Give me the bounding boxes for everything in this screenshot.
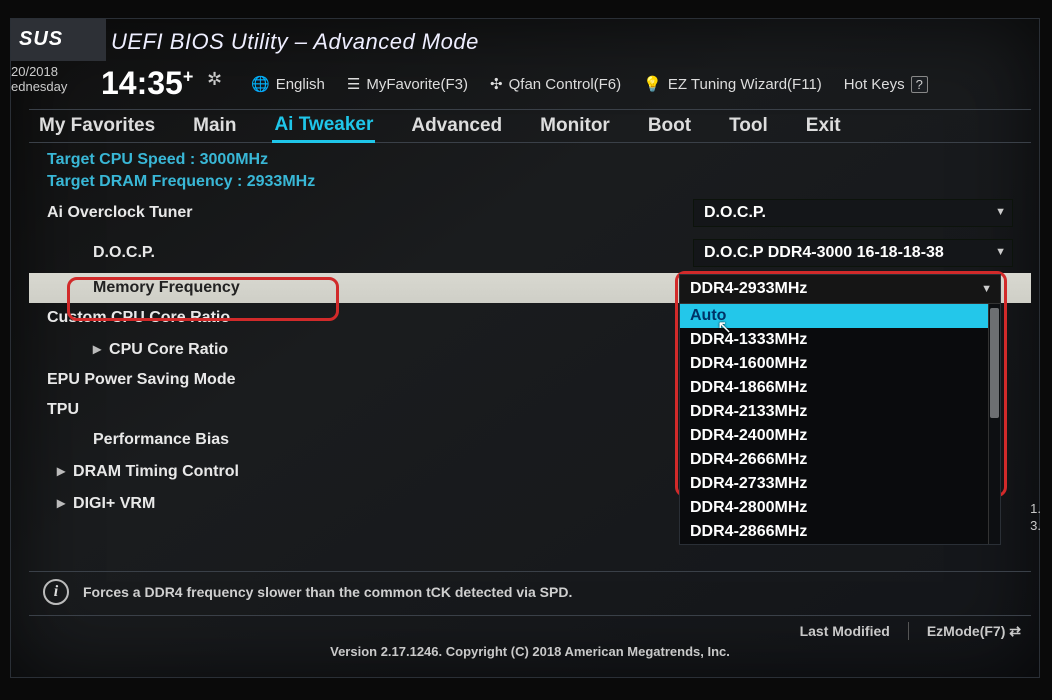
dropdown-option[interactable]: DDR4-2400MHz <box>680 424 988 448</box>
myfavorite-label: MyFavorite(F3) <box>366 76 468 93</box>
date-line1: 20/2018 <box>11 65 67 80</box>
ai-overclock-field[interactable]: D.O.C.P. ▼ <box>693 199 1013 227</box>
footer: Last Modified EzMode(F7) ⇄ Version 2.17.… <box>29 615 1031 667</box>
hotkeys-label: Hot Keys <box>844 76 905 93</box>
dropdown-option[interactable]: DDR4-1333MHz <box>680 328 988 352</box>
date-block: 20/2018 ednesday <box>11 65 67 95</box>
menu-boot[interactable]: Boot <box>646 111 693 141</box>
dropdown-option-auto[interactable]: Auto <box>680 304 988 328</box>
ez-tuning-button[interactable]: 💡 EZ Tuning Wizard(F11) <box>643 75 822 93</box>
gear-icon[interactable]: ✲ <box>207 69 222 90</box>
side-numbers: 1. 3. <box>1030 501 1041 535</box>
help-text: Forces a DDR4 frequency slower than the … <box>83 584 572 600</box>
scrollbar-thumb[interactable] <box>990 308 999 418</box>
ezmode-button[interactable]: EzMode(F7) ⇄ <box>927 623 1021 640</box>
dropdown-current-value: DDR4-2933MHz <box>690 280 807 297</box>
bulb-icon: 💡 <box>643 75 662 93</box>
clock-time: 14:35+ <box>101 65 193 102</box>
dropdown-list: Auto DDR4-1333MHz DDR4-1600MHz DDR4-1866… <box>680 304 988 544</box>
ai-overclock-value: D.O.C.P. <box>704 204 766 221</box>
copyright-text: Version 2.17.1246. Copyright (C) 2018 Am… <box>330 644 730 659</box>
menu-main[interactable]: Main <box>191 111 238 141</box>
row-ai-overclock[interactable]: Ai Overclock Tuner D.O.C.P. ▼ <box>29 193 1031 233</box>
dropdown-option[interactable]: DDR4-2800MHz <box>680 496 988 520</box>
chevron-down-icon: ▼ <box>995 206 1006 218</box>
memory-frequency-dropdown[interactable]: DDR4-2933MHz ▼ Auto DDR4-1333MHz DDR4-16… <box>679 274 1001 545</box>
ez-tuning-label: EZ Tuning Wizard(F11) <box>668 76 822 93</box>
info-icon: i <box>43 579 69 605</box>
menu-ai-tweaker[interactable]: Ai Tweaker <box>272 110 375 143</box>
brand-logo: SUS <box>11 19 106 61</box>
dropdown-option[interactable]: DDR4-2866MHz <box>680 520 988 544</box>
side-number: 3. <box>1030 518 1041 535</box>
app-title: UEFI BIOS Utility – Advanced Mode <box>111 29 479 55</box>
qfan-button[interactable]: ✣ Qfan Control(F6) <box>490 75 621 93</box>
row-docp[interactable]: D.O.C.P. D.O.C.P DDR4-3000 16-18-18-38 ▼ <box>29 233 1031 273</box>
docp-value: D.O.C.P DDR4-3000 16-18-18-38 <box>704 244 944 261</box>
globe-icon: 🌐 <box>251 75 270 93</box>
last-modified-button[interactable]: Last Modified <box>800 623 890 639</box>
chevron-down-icon: ▼ <box>995 246 1006 258</box>
menu-my-favorites[interactable]: My Favorites <box>37 111 157 141</box>
dropdown-option[interactable]: DDR4-2666MHz <box>680 448 988 472</box>
docp-field[interactable]: D.O.C.P DDR4-3000 16-18-18-38 ▼ <box>693 239 1013 267</box>
dropdown-scrollbar[interactable] <box>988 304 1000 544</box>
divider <box>908 622 909 640</box>
hotkeys-key: ? <box>911 76 928 93</box>
ai-overclock-label: Ai Overclock Tuner <box>47 204 693 222</box>
docp-label: D.O.C.P. <box>47 244 693 262</box>
info-cpu-speed: Target CPU Speed : 3000MHz <box>29 149 1031 171</box>
qfan-label: Qfan Control(F6) <box>509 76 622 93</box>
main-menu: My Favorites Main Ai Tweaker Advanced Mo… <box>29 109 1031 143</box>
chevron-down-icon: ▼ <box>981 283 992 295</box>
swap-icon: ⇄ <box>1009 623 1021 639</box>
myfavorite-button[interactable]: ☰ MyFavorite(F3) <box>347 75 468 93</box>
dropdown-option[interactable]: DDR4-1866MHz <box>680 376 988 400</box>
dropdown-option[interactable]: DDR4-1600MHz <box>680 352 988 376</box>
dropdown-option[interactable]: DDR4-2133MHz <box>680 400 988 424</box>
side-number: 1. <box>1030 501 1041 518</box>
language-selector[interactable]: 🌐 English <box>251 75 325 93</box>
language-label: English <box>276 76 325 93</box>
fan-icon: ✣ <box>490 75 503 93</box>
menu-monitor[interactable]: Monitor <box>538 111 612 141</box>
date-line2: ednesday <box>11 80 67 95</box>
info-dram-freq: Target DRAM Frequency : 2933MHz <box>29 171 1031 193</box>
help-bar: i Forces a DDR4 frequency slower than th… <box>29 571 1031 611</box>
dropdown-option[interactable]: DDR4-2733MHz <box>680 472 988 496</box>
dropdown-header: DDR4-2933MHz ▼ <box>680 275 1000 304</box>
menu-advanced[interactable]: Advanced <box>409 111 504 141</box>
ezmode-label: EzMode(F7) <box>927 623 1006 639</box>
menu-exit[interactable]: Exit <box>804 111 843 141</box>
list-icon: ☰ <box>347 75 360 93</box>
hotkeys-button[interactable]: Hot Keys ? <box>844 76 928 93</box>
menu-tool[interactable]: Tool <box>727 111 770 141</box>
utility-bar: 🌐 English ☰ MyFavorite(F3) ✣ Qfan Contro… <box>251 69 1031 99</box>
